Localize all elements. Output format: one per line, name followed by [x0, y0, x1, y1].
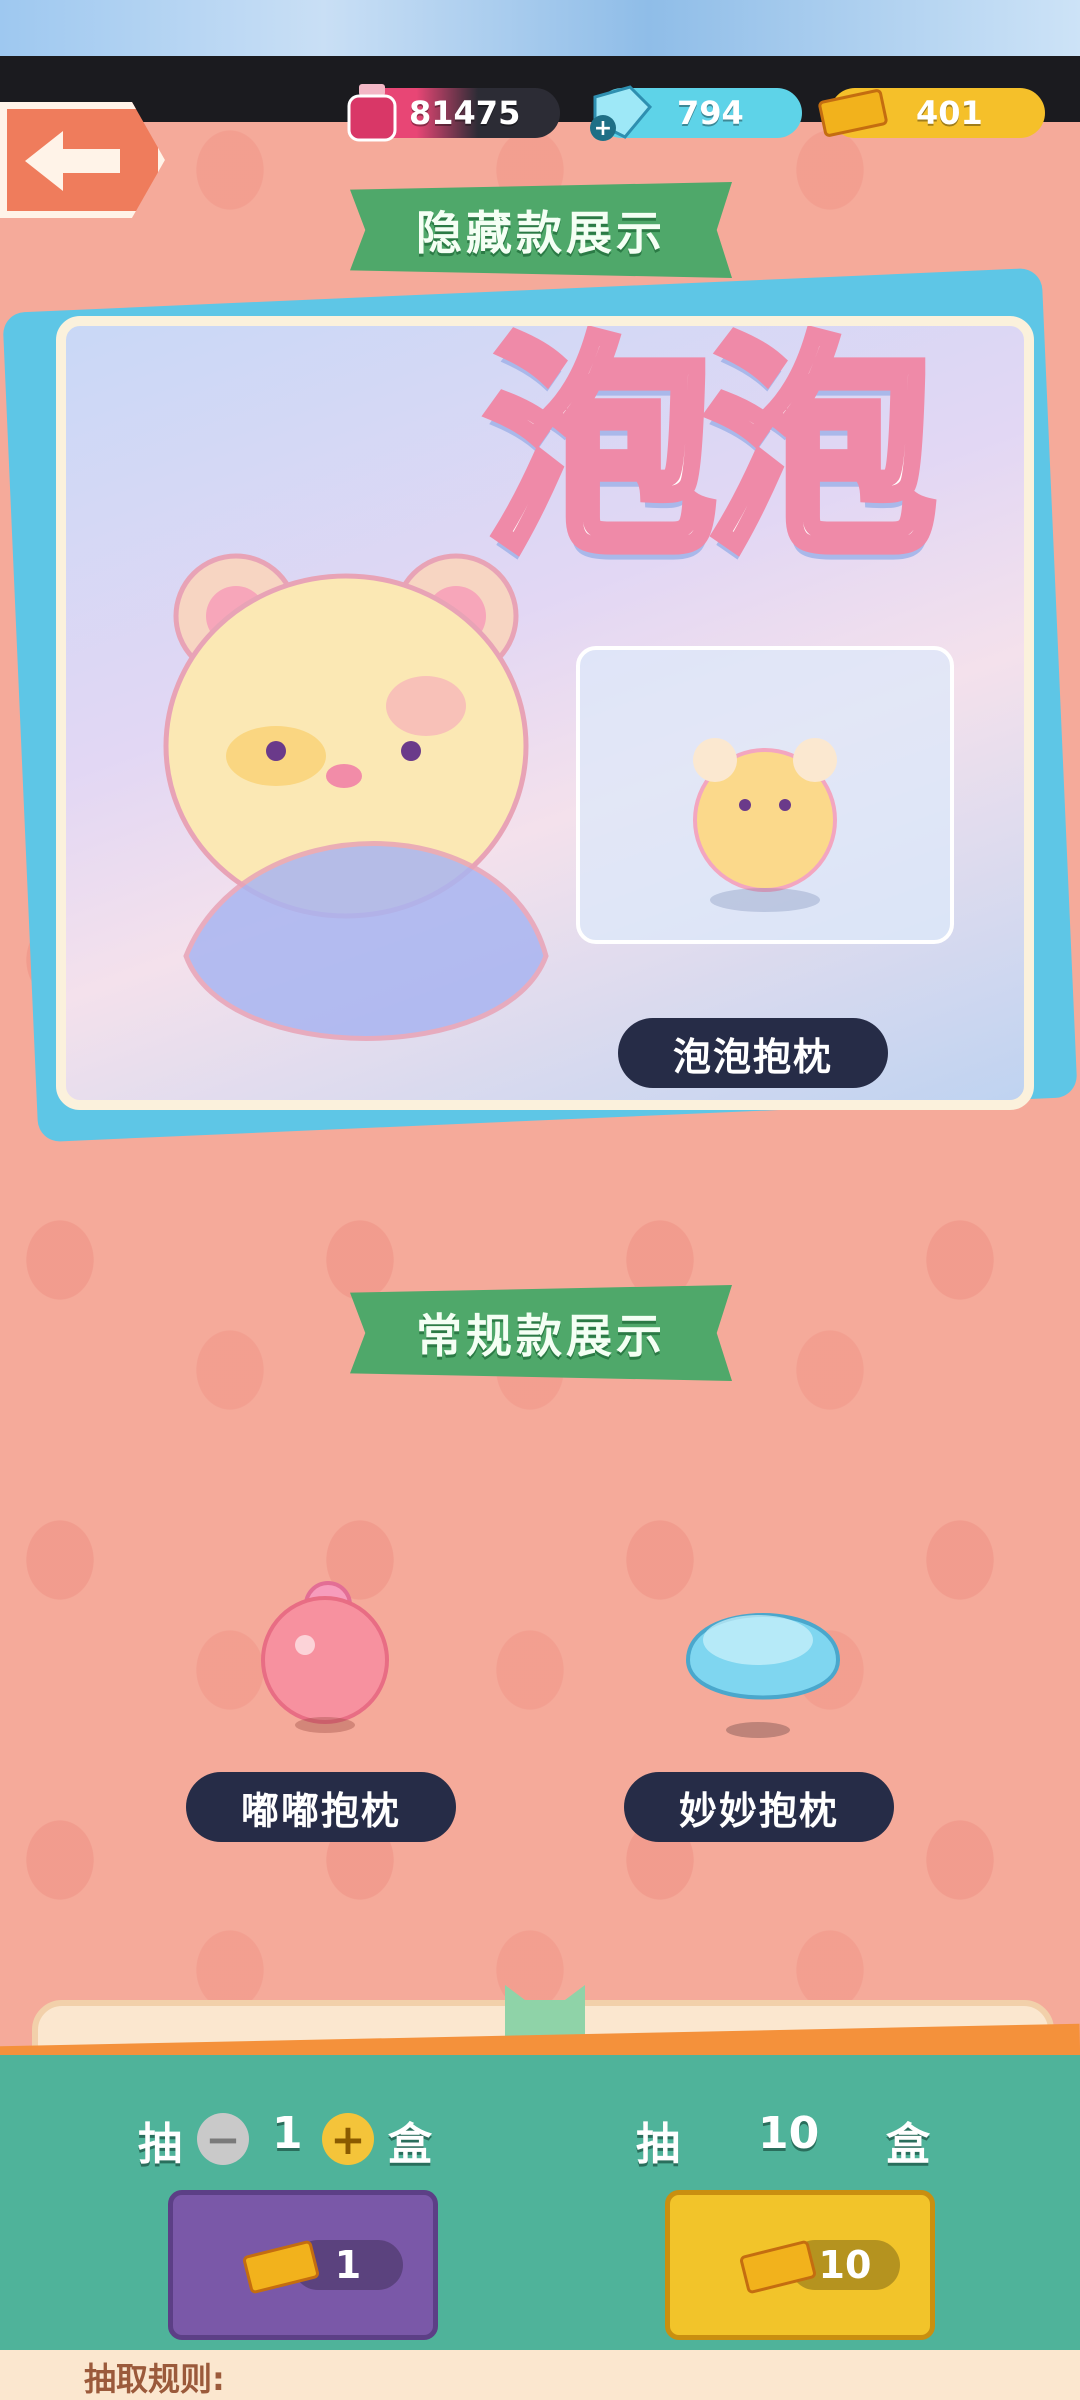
svg-text:+: + — [594, 116, 612, 141]
plus-icon: + — [330, 2114, 366, 2164]
multi-draw-qty: 10 — [758, 2108, 820, 2159]
bubble-bear-illustration — [163, 553, 549, 1041]
minus-icon: − — [205, 2114, 241, 2164]
ticket-icon — [243, 2240, 319, 2294]
ink-counter: 81475 — [347, 84, 560, 142]
regular-item-label-1-text: 嘟嘟抱枕 — [240, 1788, 401, 1833]
regular-item-label-2-text: 妙妙抱枕 — [678, 1788, 839, 1833]
back-arrow-icon — [25, 131, 120, 191]
pink-pillow-icon[interactable] — [250, 1575, 400, 1735]
gem-value: 794 — [677, 94, 744, 132]
regular-item-label-1: 嘟嘟抱枕 — [186, 1772, 456, 1842]
single-draw-button[interactable]: 1 — [168, 2190, 438, 2340]
regular-item-label-2: 妙妙抱枕 — [624, 1772, 894, 1842]
gem-counter[interactable]: + 794 — [590, 85, 802, 141]
hidden-item-label: 泡泡抱枕 — [618, 1018, 888, 1088]
multi-draw-prefix: 抽 — [636, 2119, 680, 2170]
regular-section-ribbon: 常规款展示 — [350, 1285, 732, 1381]
mini-preview-card — [576, 646, 954, 944]
hidden-section-title: 隐藏款展示 — [416, 206, 666, 260]
rules-label: 抽取规则: — [84, 2360, 225, 2398]
mini-bear-icon — [693, 738, 837, 912]
single-draw-qty: 1 — [272, 2108, 303, 2159]
hidden-showcase-card[interactable]: 泡泡 泡泡抱枕 — [56, 316, 1034, 1110]
single-draw-suffix: 盒 — [388, 2119, 432, 2170]
back-button[interactable] — [0, 102, 165, 218]
hidden-item-label-text: 泡泡抱枕 — [672, 1034, 833, 1079]
blue-pillow-icon[interactable] — [678, 1580, 848, 1740]
ticket-icon — [740, 2240, 816, 2294]
hidden-section-ribbon: 隐藏款展示 — [350, 182, 732, 278]
multi-draw-button[interactable]: 10 — [665, 2190, 935, 2340]
ink-value: 81475 — [409, 94, 521, 132]
ticket-value: 401 — [916, 94, 983, 132]
ink-bottle-icon — [347, 84, 397, 142]
gem-plus-icon: + — [590, 85, 653, 141]
sky-strip — [0, 0, 1080, 56]
increase-button[interactable]: + — [322, 2113, 374, 2165]
decrease-button[interactable]: − — [197, 2113, 249, 2165]
ticket-icon — [818, 89, 888, 137]
ticket-counter: 401 — [818, 88, 1045, 138]
rules-section: 抽取规则: — [0, 2350, 1080, 2400]
single-draw-prefix: 抽 — [138, 2119, 182, 2170]
regular-section-title: 常规款展示 — [416, 1309, 666, 1363]
multi-draw-suffix: 盒 — [886, 2119, 930, 2170]
